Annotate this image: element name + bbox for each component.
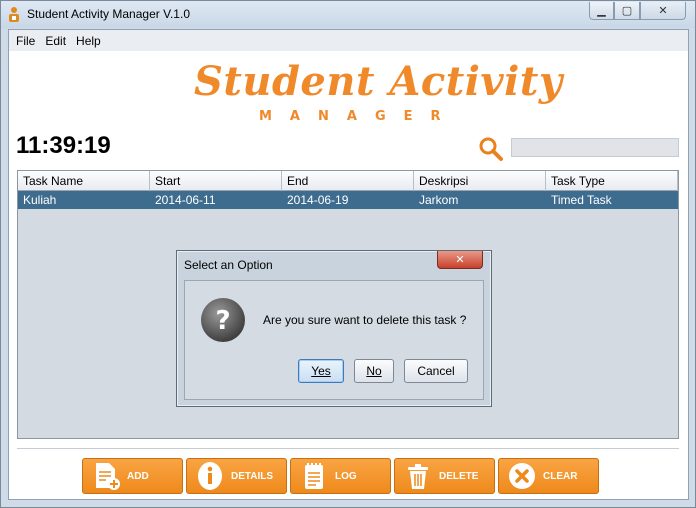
column-header-end[interactable]: End — [282, 171, 414, 191]
title-bar[interactable]: Student Activity Manager V.1.0 ▁ ▢ ✕ — [1, 1, 695, 28]
delete-button[interactable]: DELETE — [394, 458, 495, 494]
table-header: Task Name Start End Deskripsi Task Type — [18, 171, 678, 191]
log-button[interactable]: LOG — [290, 458, 391, 494]
cell-task-type: Timed Task — [551, 193, 612, 207]
svg-text:?: ? — [215, 306, 230, 336]
close-icon: ✕ — [658, 5, 668, 17]
dialog-body: ? Are you sure want to delete this task … — [184, 280, 484, 400]
clear-button[interactable]: CLEAR — [498, 458, 599, 494]
dialog-message: Are you sure want to delete this task ? — [263, 313, 467, 327]
logo-title: Student Activity — [194, 58, 563, 105]
log-label: LOG — [335, 470, 357, 482]
details-label: DETAILS — [231, 470, 274, 482]
yes-button[interactable]: Yes — [298, 359, 344, 383]
yes-label: Yes — [311, 364, 331, 378]
confirm-dialog: Select an Option ✕ ? Are you sure want t… — [176, 250, 492, 407]
close-icon: ✕ — [455, 254, 465, 266]
menu-bar: File Edit Help — [9, 30, 688, 51]
maximize-button[interactable]: ▢ — [614, 2, 640, 20]
notepad-icon — [305, 463, 323, 489]
column-header-deskripsi[interactable]: Deskripsi — [414, 171, 546, 191]
info-icon — [198, 462, 222, 490]
cell-start: 2014-06-11 — [155, 193, 216, 207]
close-button[interactable]: ✕ — [640, 2, 686, 20]
dialog-title: Select an Option — [184, 258, 273, 272]
column-header-task-type[interactable]: Task Type — [546, 171, 678, 191]
add-document-icon — [96, 463, 120, 490]
minimize-button[interactable]: ▁ — [589, 2, 614, 20]
search-icon[interactable] — [478, 136, 504, 162]
dialog-close-button[interactable]: ✕ — [437, 251, 483, 269]
maximize-icon: ▢ — [621, 5, 633, 17]
logo-subtitle: MANAGER — [259, 109, 459, 124]
no-button[interactable]: No — [354, 359, 394, 383]
column-header-task-name[interactable]: Task Name — [18, 171, 150, 191]
cell-deskripsi: Jarkom — [419, 193, 459, 207]
minimize-icon: ▁ — [597, 5, 606, 17]
delete-label: DELETE — [439, 470, 479, 482]
no-label: No — [366, 364, 382, 378]
details-button[interactable]: DETAILS — [186, 458, 287, 494]
app-icon — [9, 7, 19, 22]
add-label: ADD — [127, 470, 149, 482]
menu-help[interactable]: Help — [75, 34, 102, 48]
question-icon: ? — [201, 298, 245, 342]
menu-edit[interactable]: Edit — [44, 34, 67, 48]
clear-label: CLEAR — [543, 470, 578, 482]
clock-display: 11:39:19 — [16, 132, 111, 159]
cancel-button[interactable]: Cancel — [404, 359, 468, 383]
search-input[interactable] — [511, 138, 679, 157]
cell-task-name: Kuliah — [23, 193, 57, 207]
column-header-start[interactable]: Start — [150, 171, 282, 191]
trash-icon — [408, 464, 428, 489]
window-title: Student Activity Manager V.1.0 — [27, 7, 190, 21]
add-button[interactable]: ADD — [82, 458, 183, 494]
cell-end: 2014-06-19 — [287, 193, 349, 207]
cancel-label: Cancel — [417, 364, 455, 378]
divider — [17, 448, 679, 449]
table-row[interactable]: Kuliah 2014-06-11 2014-06-19 Jarkom Time… — [18, 191, 678, 209]
menu-file[interactable]: File — [15, 34, 36, 48]
clear-icon — [509, 463, 535, 489]
